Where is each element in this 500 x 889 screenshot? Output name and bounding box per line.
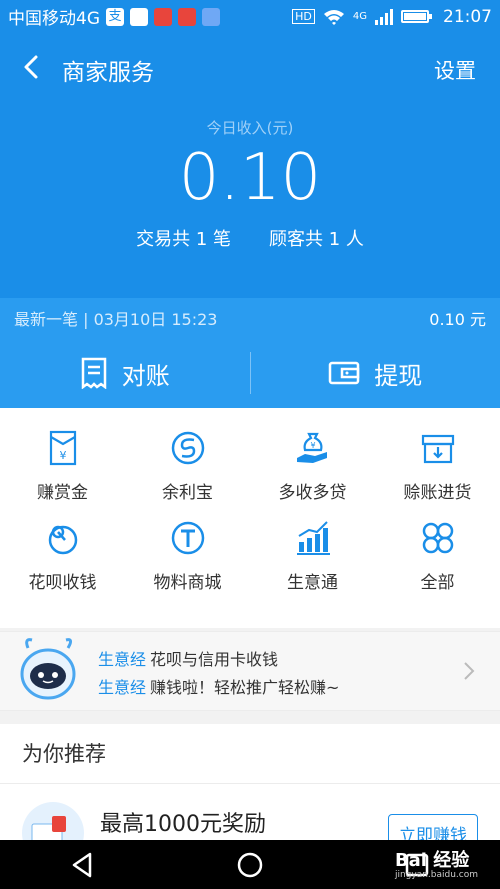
grid-item-label: 花呗收钱: [28, 573, 97, 593]
home-circle-icon[interactable]: [235, 850, 265, 880]
tips-banner[interactable]: 生意经 花呗与信用卡收钱 生意经 赚钱啦！轻松推广轻松赚~: [0, 631, 500, 711]
back-triangle-icon[interactable]: [68, 850, 98, 880]
message-notification-icon: [202, 7, 220, 26]
watermark-brand: Bai 经验: [394, 850, 470, 871]
page-title: 商家服务: [62, 60, 154, 86]
four-petals-icon: [422, 522, 453, 554]
envelope-yen-icon: ¥: [49, 430, 76, 466]
recommend-title: 最高1000元奖励: [100, 812, 266, 837]
grid-item-label: 余利宝: [162, 483, 213, 503]
wifi-icon: [323, 9, 344, 25]
app-notification-icon: [154, 7, 172, 26]
grid-item-label: 全部: [420, 573, 455, 593]
t-badge-icon: [171, 521, 204, 555]
grid-item-huabei[interactable]: 花呗收钱: [0, 518, 125, 608]
promo-thumbnail: [22, 802, 84, 840]
transaction-count: 交易共 1 笔: [136, 229, 231, 250]
svg-text:¥: ¥: [310, 441, 315, 450]
reconcile-label: 对账: [121, 361, 170, 390]
status-bar: 中国移动4G 支 HD 4G 21:07: [0, 0, 500, 33]
grid-item-label: 赊账进货: [403, 483, 472, 503]
grid-item-all[interactable]: 全部: [375, 518, 500, 608]
svg-text:¥: ¥: [59, 449, 66, 462]
grid-item-duoshouduodai[interactable]: ¥ 多收多贷: [250, 428, 375, 518]
hd-icon: HD: [292, 9, 315, 24]
service-grid: ¥ 赚赏金 余利宝 ¥ 多收多贷 赊账进货 花呗收钱 物料商城 生意通 全部: [0, 408, 500, 628]
robot-mascot-icon: [20, 638, 76, 700]
grid-item-label: 赚赏金: [37, 483, 88, 503]
grid-item-label: 物料商城: [153, 573, 222, 593]
latest-transaction-amount: 0.10 元: [429, 310, 486, 329]
yulibao-icon: [171, 431, 204, 465]
recommend-card[interactable]: 最高1000元奖励 立即赚钱: [0, 784, 500, 840]
earn-now-button[interactable]: 立即赚钱: [388, 814, 478, 840]
reconcile-button[interactable]: 对账: [0, 338, 250, 408]
grid-item-zhuanshangjin[interactable]: ¥ 赚赏金: [0, 428, 125, 518]
customer-count: 顾客共 1 人: [269, 229, 364, 250]
wallet-icon: [329, 361, 360, 385]
box-icon: [421, 434, 454, 464]
latest-transaction[interactable]: 最新一笔 | 03月10日 15:23 0.10 元: [0, 298, 500, 338]
banner-line-1: 生意经 花呗与信用卡收钱: [98, 646, 278, 670]
banner-text: 花呗与信用卡收钱: [150, 650, 279, 669]
section-title: 为你推荐: [0, 724, 500, 784]
grid-item-wuliaoshangcheng[interactable]: 物料商城: [125, 518, 250, 608]
money-bag-hand-icon: ¥: [296, 432, 327, 463]
banner-tag: 生意经: [98, 678, 147, 697]
network-type: 4G: [352, 11, 367, 22]
baidu-jingyan-watermark: Bai 经验 jingyan.baidu.com: [395, 846, 478, 880]
action-bar: 对账 提现: [0, 338, 500, 408]
signal-icon: [375, 8, 393, 25]
banner-line-2: 生意经 赚钱啦！轻松推广轻松赚~: [98, 674, 339, 698]
header: 商家服务 设置 今日收入(元) 0.10 交易共 1 笔 顾客共 1 人: [0, 33, 500, 298]
banner-tag: 生意经: [98, 650, 147, 669]
grid-item-label: 生意通: [287, 573, 338, 593]
grid-item-label: 多收多贷: [278, 483, 347, 503]
income-value: 0.10: [178, 141, 322, 215]
banner-text: 赚钱啦！轻松推广轻松赚~: [150, 678, 340, 697]
receipt-icon: [81, 357, 106, 389]
watermark-url: jingyan.baidu.com: [394, 870, 478, 880]
grid-item-yulibao[interactable]: 余利宝: [125, 428, 250, 518]
settings-button[interactable]: 设置: [434, 55, 476, 85]
back-arrow-icon[interactable]: [18, 53, 46, 81]
withdraw-label: 提现: [374, 361, 423, 390]
bar-chart-icon: [296, 521, 330, 555]
latest-transaction-text: 最新一笔 | 03月10日 15:23: [14, 310, 218, 329]
app-notification-icon: [178, 7, 196, 26]
income-label: 今日收入(元): [206, 119, 294, 137]
carrier-label: 中国移动4G: [8, 9, 100, 29]
huabei-icon: [48, 525, 77, 555]
grid-item-shengyitong[interactable]: 生意通: [250, 518, 375, 608]
card-image-icon: [31, 816, 66, 840]
chevron-right-icon: [464, 662, 475, 680]
grid-item-shezhangjinhuo[interactable]: 赊账进货: [375, 428, 500, 518]
clock: 21:07: [443, 6, 492, 27]
stats-row: 交易共 1 笔 顾客共 1 人: [0, 225, 500, 251]
app-notification-icon: [130, 7, 148, 26]
alipay-notification-icon: 支: [106, 7, 124, 26]
withdraw-button[interactable]: 提现: [251, 338, 500, 408]
battery-icon: [401, 10, 432, 23]
